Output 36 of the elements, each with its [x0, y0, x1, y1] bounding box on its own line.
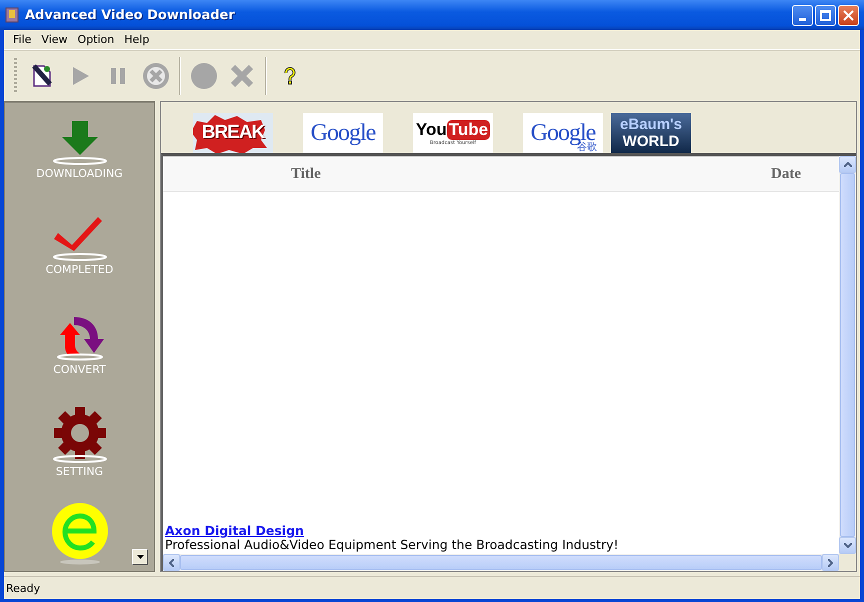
- maximize-button[interactable]: [815, 4, 836, 26]
- close-button[interactable]: [838, 4, 859, 26]
- site-logo[interactable]: Google: [303, 113, 383, 153]
- scroll-up-icon: [844, 162, 852, 167]
- app-icon: [5, 7, 19, 23]
- e-icon: [50, 503, 110, 565]
- menu-item[interactable]: Help: [119, 33, 154, 46]
- cross-icon: [229, 62, 255, 88]
- scroll-left-icon: [169, 558, 174, 566]
- vertical-scrollbar[interactable]: [839, 156, 856, 554]
- scroll-right-icon: [828, 558, 833, 566]
- caret-down-icon: [136, 555, 144, 559]
- ad-link[interactable]: Axon Digital Design: [165, 523, 304, 538]
- menu-item[interactable]: File: [8, 33, 36, 46]
- minimize-button[interactable]: [792, 4, 813, 26]
- status-text: Ready: [6, 582, 40, 594]
- column-header[interactable]: Title: [291, 166, 771, 182]
- column-header[interactable]: Date: [771, 166, 801, 182]
- circle-icon: [190, 62, 218, 90]
- window-title: Advanced Video Downloader: [25, 8, 236, 22]
- menu-item[interactable]: Option: [72, 33, 120, 46]
- document-icon: [32, 64, 52, 88]
- menu-item[interactable]: View: [36, 33, 73, 46]
- scroll-down-button[interactable]: [132, 549, 148, 565]
- site-logo[interactable]: BREAK: [193, 113, 273, 153]
- ad-text: Professional Audio&Video Equipment Serving the Broadcasting Industry!: [165, 537, 619, 552]
- help-icon: [283, 66, 297, 84]
- scroll-down-icon: [844, 543, 852, 548]
- scrollbar-corner: [839, 554, 856, 571]
- close-icon: [843, 10, 854, 20]
- minimize-icon: [799, 18, 806, 20]
- site-logo[interactable]: Google 谷歌: [523, 113, 603, 153]
- horizontal-scrollbar[interactable]: [163, 554, 839, 571]
- maximize-icon: [820, 10, 831, 20]
- cancel-icon: [142, 62, 170, 90]
- site-logo[interactable]: eBaum's WORLD: [611, 113, 691, 153]
